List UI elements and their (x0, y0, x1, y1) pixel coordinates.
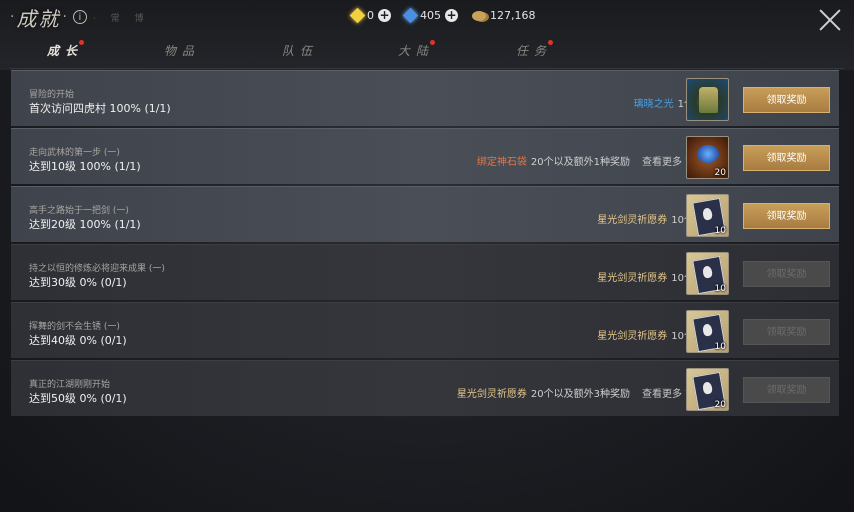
tab-label: 任务 (515, 44, 552, 58)
tab-label: 物品 (163, 44, 200, 58)
achievement-title: 真正的江湖刚刚开始 (29, 380, 111, 390)
claim-reward-button[interactable]: 领取奖励 (743, 145, 830, 171)
item-quantity: 10 (714, 284, 726, 294)
tab-divider (10, 68, 844, 69)
see-more-label: 查看更多 (642, 157, 682, 168)
achievement-title: 冒险的开始 (29, 90, 75, 100)
item-quantity: 20 (714, 168, 726, 178)
brand-subtitle: · 常 博 (92, 13, 150, 24)
achievement-title: 持之以恒的修炼必将迎来成果 (一) (29, 264, 165, 274)
tab-2[interactable]: 队伍 (260, 42, 340, 59)
tab-label: 队伍 (281, 44, 318, 58)
currency-blue: 405 + (402, 7, 458, 24)
claim-reward-button[interactable]: 领取奖励 (743, 87, 830, 113)
achievement-progress: 达到10级 100% (1/1) (29, 160, 141, 173)
achievement-progress: 达到50级 0% (0/1) (29, 392, 127, 405)
currency-coin: 127,168 (472, 9, 536, 22)
achievement-progress: 达到30级 0% (0/1) (29, 276, 127, 289)
blue-gem-icon (402, 7, 419, 24)
currency-yellow: 0 + (349, 7, 391, 24)
armor-icon[interactable] (686, 78, 729, 121)
currency-value: 127,168 (490, 9, 536, 22)
achievement-list: 冒险的开始首次访问四虎村 100% (1/1)璃晓之光1个领取奖励走向武林的第一… (11, 70, 839, 418)
tab-0[interactable]: 成长 (25, 40, 105, 59)
header-bar: · 成就 · i · 常 博 0 + 405 + 127,168 成长 物品 队伍 大… (0, 0, 854, 70)
achievement-row: 挥舞的剑不会生锈 (一) 达到40级 0% (0/1) 星光剑灵祈愿券 10个 10 领取… (11, 302, 839, 358)
achievement-row: 持之以恒的修炼必将迎来成果 (一) 达到30级 0% (0/1) 星光剑灵祈愿券 10… (11, 244, 839, 300)
see-more-label: 查看更多 (642, 389, 682, 400)
achievement-progress: 首次访问四虎村 100% (1/1) (29, 102, 171, 115)
item-quantity: 10 (714, 342, 726, 352)
wish-ticket-icon[interactable]: 10 (686, 252, 729, 295)
close-icon[interactable] (818, 8, 842, 32)
info-icon[interactable]: i (72, 10, 87, 24)
reward-name[interactable]: 星光剑灵祈愿券 (457, 385, 527, 400)
achievement-progress: 达到40级 0% (0/1) (29, 334, 127, 347)
tab-3[interactable]: 大陆 (376, 40, 456, 59)
reward-info: 璃晓之光1个 (634, 95, 694, 110)
notification-dot-icon (79, 40, 84, 45)
currency-value: 405 (420, 9, 441, 22)
notification-dot-icon (430, 40, 435, 45)
wish-ticket-icon[interactable]: 10 (686, 194, 729, 237)
reward-name[interactable]: 绑定神石袋 (477, 153, 527, 168)
achievement-title: 走向武林的第一步 (一) (29, 148, 120, 158)
currency-value: 0 (367, 9, 374, 22)
reward-info: 星光剑灵祈愿券 10个 (597, 269, 694, 284)
achievement-title: 挥舞的剑不会生锈 (一) (29, 322, 120, 332)
achievement-row: 走向武林的第一步 (一) 达到10级 100% (1/1) 绑定神石袋 20个以及额外… (11, 128, 839, 184)
brand: · 成就 · i · 常 博 (8, 2, 150, 32)
reward-info: 星光剑灵祈愿券 10个 (597, 327, 694, 342)
brand-dot: · (62, 9, 67, 25)
tab-label: 大陆 (397, 44, 434, 58)
claim-reward-button[interactable]: 领取奖励 (743, 203, 830, 229)
reward-count: 20个以及额外1种奖励 (530, 157, 630, 168)
claim-reward-button: 领取奖励 (743, 319, 830, 345)
currency-bar: 0 + 405 + 127,168 (349, 7, 544, 24)
reward-name[interactable]: 星光剑灵祈愿券 (597, 211, 667, 226)
reward-info: 星光剑灵祈愿券 10个 (597, 211, 694, 226)
brand-dot: · (10, 9, 15, 25)
add-blue-gem-button[interactable]: + (445, 9, 458, 22)
reward-info: 星光剑灵祈愿券 20个以及额外3种奖励 查看更多 (457, 385, 696, 400)
coin-icon (472, 10, 486, 21)
reward-name[interactable]: 星光剑灵祈愿券 (597, 269, 667, 284)
tab-bar: 成长 物品 队伍 大陆 任务 (0, 40, 854, 64)
achievement-progress: 达到20级 100% (1/1) (29, 218, 141, 231)
reward-count: 20个以及额外3种奖励 (530, 389, 630, 400)
reward-name[interactable]: 璃晓之光 (634, 95, 674, 110)
claim-reward-button: 领取奖励 (743, 261, 830, 287)
reward-name[interactable]: 星光剑灵祈愿券 (597, 327, 667, 342)
tab-4[interactable]: 任务 (494, 40, 574, 59)
item-quantity: 20 (714, 400, 726, 410)
yellow-gem-icon (349, 7, 366, 24)
page-title: 成就 (16, 6, 61, 31)
achievement-row: 真正的江湖刚刚开始达到50级 0% (0/1) 星光剑灵祈愿券 20个以及额外3种奖… (11, 360, 839, 416)
notification-dot-icon (548, 40, 553, 45)
wish-ticket-icon[interactable]: 10 (686, 310, 729, 353)
stone-bag-icon[interactable]: 20 (686, 136, 729, 179)
achievement-row: 冒险的开始首次访问四虎村 100% (1/1) 璃晓之光1个 领取奖励 (11, 70, 839, 126)
item-quantity: 10 (714, 226, 726, 236)
add-yellow-gem-button[interactable]: + (378, 9, 391, 22)
tab-label: 成长 (46, 44, 83, 58)
claim-reward-button: 领取奖励 (743, 377, 830, 403)
tab-1[interactable]: 物品 (142, 42, 222, 59)
achievement-title: 高手之路始于一把剑 (一) (29, 206, 129, 216)
achievement-row: 高手之路始于一把剑 (一) 达到20级 100% (1/1) 星光剑灵祈愿券 10个 1… (11, 186, 839, 242)
wish-ticket-icon[interactable]: 20 (686, 368, 729, 411)
reward-info: 绑定神石袋 20个以及额外1种奖励 查看更多 (477, 153, 696, 168)
